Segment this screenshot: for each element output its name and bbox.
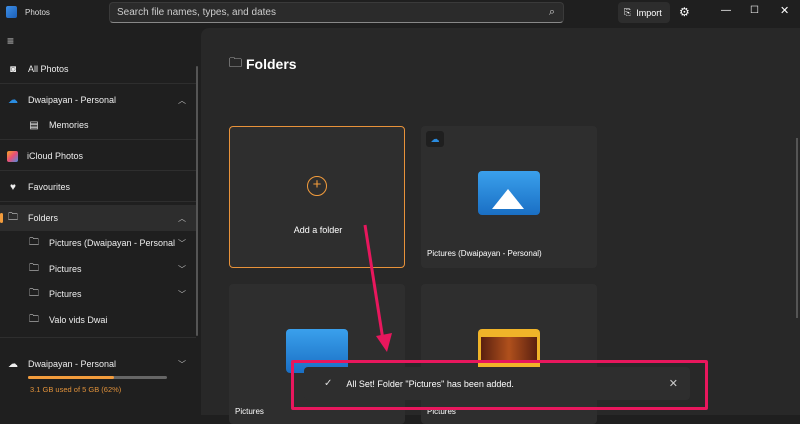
- annotation-arrow: [363, 224, 392, 352]
